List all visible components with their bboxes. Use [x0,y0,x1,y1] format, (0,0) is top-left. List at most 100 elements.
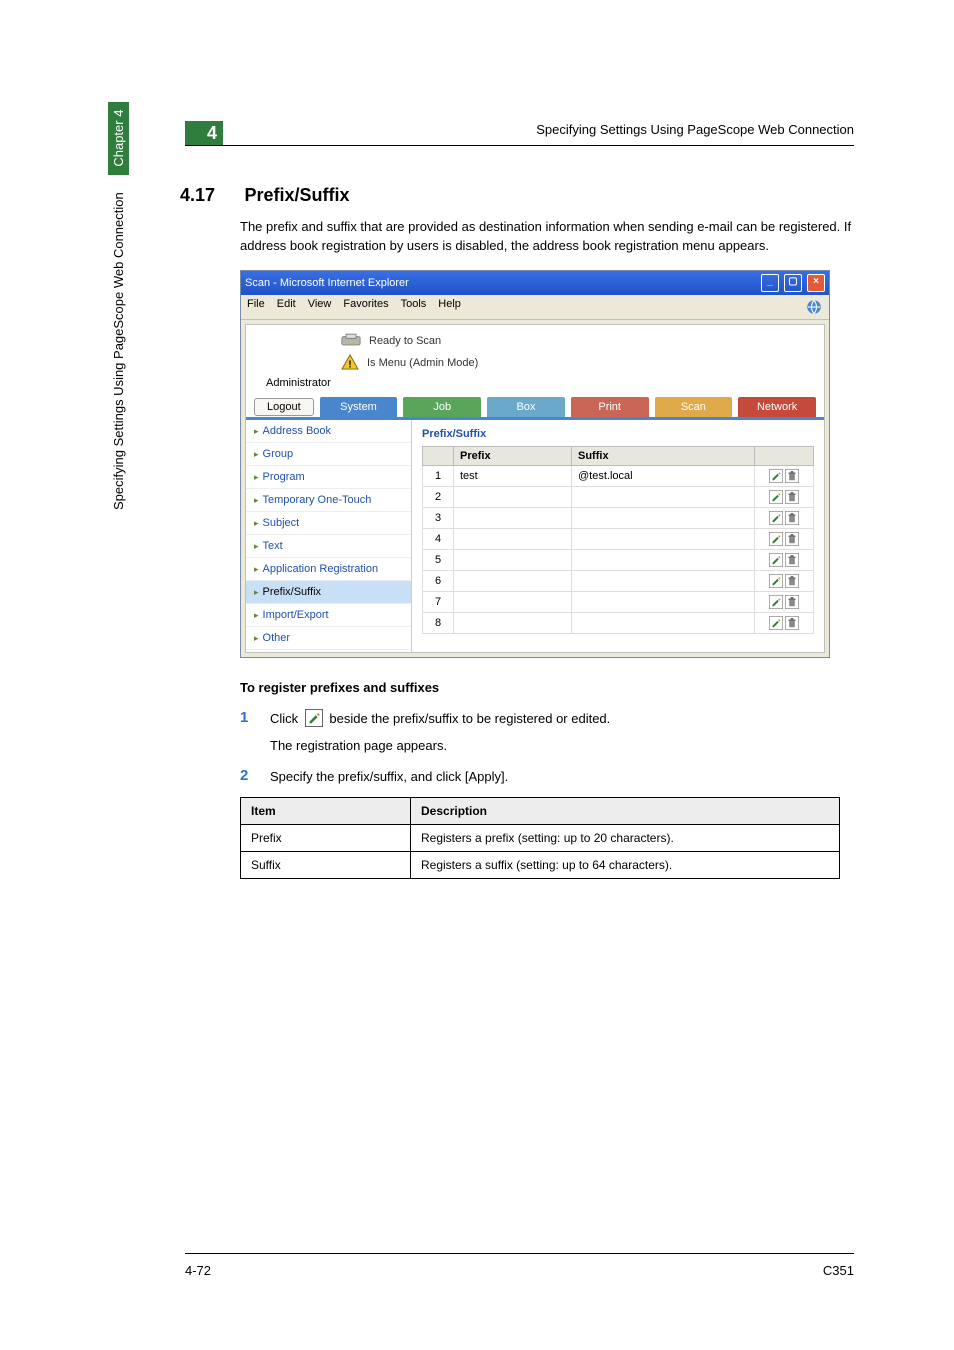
table-row: Suffix Registers a suffix (setting: up t… [241,851,840,878]
tab-network[interactable]: Network [738,397,816,417]
menu-favorites[interactable]: Favorites [343,298,388,316]
table-row: 8 [423,612,814,633]
row-number: 5 [423,549,454,570]
window-title: Scan - Microsoft Internet Explorer [245,277,409,289]
footer-rule [185,1253,854,1254]
window-titlebar: Scan - Microsoft Internet Explorer _ ▢ × [241,271,829,295]
sidebar-item-other[interactable]: Other [246,627,411,650]
edit-icon[interactable] [769,574,783,588]
step-1-sub: The registration page appears. [270,738,854,753]
row-suffix [572,612,755,633]
step-1-number: 1 [240,709,270,729]
tab-job[interactable]: Job [403,397,481,417]
col-suffix: Suffix [572,446,755,465]
row-prefix [454,528,572,549]
menu-edit[interactable]: Edit [277,298,296,316]
tab-scan[interactable]: Scan [655,397,733,417]
printer-icon [341,333,361,350]
row-suffix [572,591,755,612]
delete-icon[interactable] [785,553,799,567]
row-prefix [454,570,572,591]
side-chapter-badge: Chapter 4 [108,102,129,175]
row-number: 8 [423,612,454,633]
procedure-subhead: To register prefixes and suffixes [240,680,854,695]
sidebar-item-appreg[interactable]: Application Registration [246,558,411,581]
row-prefix [454,612,572,633]
maximize-icon[interactable]: ▢ [784,274,802,292]
header-rule [185,145,854,146]
ready-label: Ready to Scan [369,335,441,347]
sidebar-item-importexport[interactable]: Import/Export [246,604,411,627]
ie-logo-icon [805,298,823,316]
delete-icon[interactable] [785,511,799,525]
edit-icon[interactable] [769,616,783,630]
logout-button[interactable]: Logout [254,398,314,416]
delete-icon[interactable] [785,595,799,609]
row-prefix [454,486,572,507]
tab-system[interactable]: System [320,397,398,417]
desc-head-desc: Description [411,797,840,824]
step-2-number: 2 [240,767,270,787]
desc-head-item: Item [241,797,411,824]
description-table: Item Description Prefix Registers a pref… [240,797,840,879]
row-number: 7 [423,591,454,612]
sidebar-item-addressbook[interactable]: Address Book [246,420,411,443]
row-suffix [572,486,755,507]
delete-icon[interactable] [785,574,799,588]
table-row: 6 [423,570,814,591]
delete-icon[interactable] [785,469,799,483]
sidebar-item-temporary[interactable]: Temporary One-Touch [246,489,411,512]
mode-label: Is Menu (Admin Mode) [367,357,478,369]
browser-menubar: File Edit View Favorites Tools Help [241,295,829,320]
edit-icon[interactable] [769,490,783,504]
minimize-icon[interactable]: _ [761,274,779,292]
edit-icon[interactable] [769,511,783,525]
svg-text:!: ! [348,359,351,370]
footer-page: 4-72 [185,1263,211,1278]
row-suffix: @test.local [572,465,755,486]
row-number: 6 [423,570,454,591]
row-suffix [572,549,755,570]
table-row: 1test@test.local [423,465,814,486]
edit-icon[interactable] [769,469,783,483]
row-prefix [454,507,572,528]
sidebar-item-prefixsuffix[interactable]: Prefix/Suffix [246,581,411,604]
row-prefix [454,591,572,612]
table-row: 5 [423,549,814,570]
delete-icon[interactable] [785,490,799,504]
menu-file[interactable]: File [247,298,265,316]
row-suffix [572,528,755,549]
section-number: 4.17 [180,185,240,206]
edit-icon[interactable] [769,553,783,567]
row-number: 2 [423,486,454,507]
table-row: 2 [423,486,814,507]
edit-icon[interactable] [769,532,783,546]
sidebar-item-program[interactable]: Program [246,466,411,489]
menu-tools[interactable]: Tools [401,298,427,316]
edit-icon[interactable] [769,595,783,609]
sidebar-item-subject[interactable]: Subject [246,512,411,535]
step-2-text: Specify the prefix/suffix, and click [Ap… [270,767,854,787]
prefix-suffix-table: Prefix Suffix 1test@test.local2345678 [422,446,814,634]
row-prefix: test [454,465,572,486]
sidebar-item-text[interactable]: Text [246,535,411,558]
side-running-text: Specifying Settings Using PageScope Web … [108,102,129,510]
delete-icon[interactable] [785,532,799,546]
sidebar-item-group[interactable]: Group [246,443,411,466]
table-row: 4 [423,528,814,549]
row-prefix [454,549,572,570]
edit-icon [305,709,323,727]
row-number: 1 [423,465,454,486]
running-head: Specifying Settings Using PageScope Web … [536,122,854,137]
tab-print[interactable]: Print [571,397,649,417]
sidebar-nav: Address Book Group Program Temporary One… [246,420,412,652]
menu-view[interactable]: View [308,298,332,316]
close-icon[interactable]: × [807,274,825,292]
tab-box[interactable]: Box [487,397,565,417]
chapter-badge: 4 [185,121,223,145]
col-prefix: Prefix [454,446,572,465]
menu-help[interactable]: Help [438,298,461,316]
warning-icon: ! [341,354,359,373]
delete-icon[interactable] [785,616,799,630]
admin-label: Administrator [246,377,824,397]
